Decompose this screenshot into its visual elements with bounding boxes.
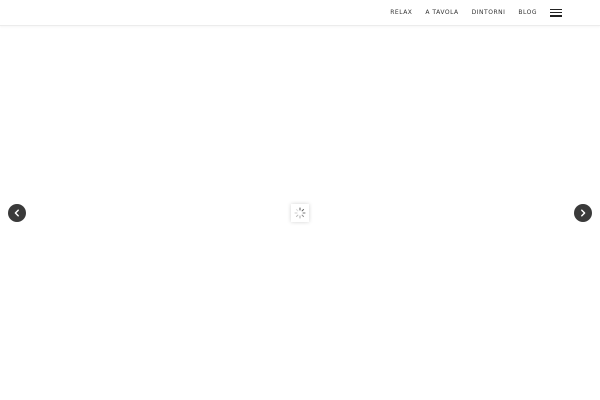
chevron-right-icon: [581, 209, 586, 217]
nav-link-a-tavola[interactable]: A TAVOLA: [425, 9, 458, 16]
nav-link-relax[interactable]: RELAX: [390, 9, 412, 16]
top-navigation-bar: RELAX A TAVOLA DINTORNI BLOG: [0, 0, 600, 26]
spinner-icon: [294, 207, 306, 219]
slider-prev-button[interactable]: [8, 204, 26, 222]
menu-bar: [550, 11, 562, 14]
loading-spinner: [291, 204, 309, 222]
menu-bar: [550, 15, 562, 17]
slider-next-button[interactable]: [574, 204, 592, 222]
main-nav: RELAX A TAVOLA DINTORNI BLOG: [390, 0, 600, 25]
menu-bar: [550, 8, 562, 10]
chevron-left-icon: [14, 209, 19, 217]
hamburger-menu-icon[interactable]: [550, 8, 562, 17]
nav-link-dintorni[interactable]: DINTORNI: [472, 9, 506, 16]
page: RELAX A TAVOLA DINTORNI BLOG: [0, 0, 600, 400]
nav-link-blog[interactable]: BLOG: [518, 9, 537, 16]
image-slider: [0, 26, 600, 400]
